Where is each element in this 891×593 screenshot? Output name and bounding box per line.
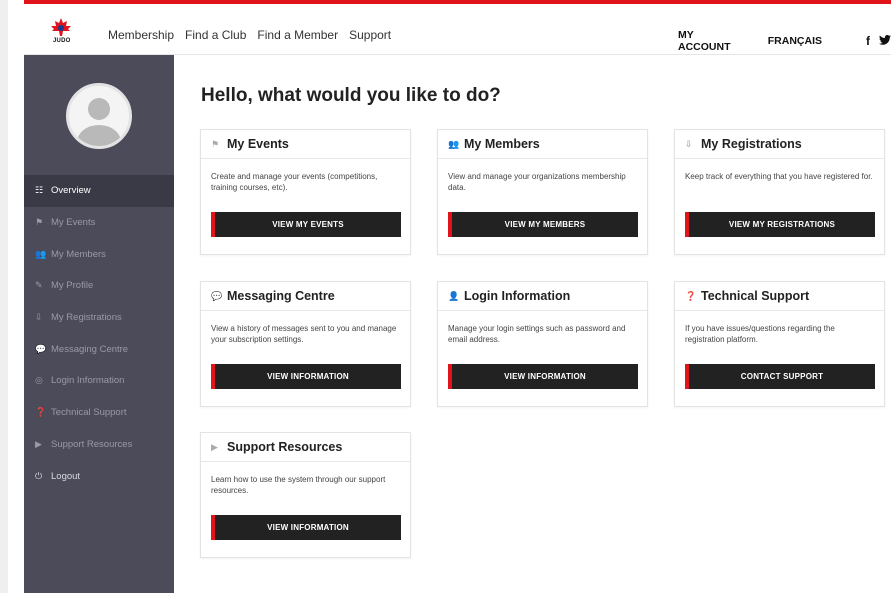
edit-icon: ✎ xyxy=(35,280,43,291)
flag-icon: ⚑ xyxy=(211,138,220,149)
sidebar-item-label: Overview xyxy=(51,185,91,197)
question-icon: ❓ xyxy=(685,290,697,301)
card-messaging-centre: 💬 Messaging Centre View a history of mes… xyxy=(200,281,411,407)
play-icon: ▶ xyxy=(211,441,218,452)
sidebar-item-my-events[interactable]: ⚑ My Events xyxy=(24,207,174,239)
facebook-icon[interactable]: f xyxy=(866,34,870,48)
card-description: Keep track of everything that you have r… xyxy=(685,172,873,181)
card-header: ❓ Technical Support xyxy=(675,282,884,311)
social-links: f xyxy=(866,34,891,48)
download-icon: ⇩ xyxy=(35,312,43,323)
nav-membership[interactable]: Membership xyxy=(108,28,174,42)
logo-text: JUDO xyxy=(53,38,71,44)
nav-support[interactable]: Support xyxy=(349,28,391,42)
maple-leaf-icon xyxy=(51,18,71,36)
twitter-bird-icon xyxy=(879,34,891,45)
card-description: View a history of messages sent to you a… xyxy=(211,324,397,344)
sidebar-item-label: Logout xyxy=(51,470,81,482)
right-nav: MY ACCOUNT FRANÇAIS f xyxy=(678,29,891,53)
view-messages-button[interactable]: VIEW INFORMATION xyxy=(211,364,401,389)
page-title: Hello, what would you like to do? xyxy=(201,85,501,106)
card-description: View and manage your organizations membe… xyxy=(448,172,626,192)
card-my-events: ⚑ My Events Create and manage your event… xyxy=(200,129,411,255)
card-title: Support Resources xyxy=(227,440,343,454)
card-header: 💬 Messaging Centre xyxy=(201,282,410,311)
card-header: ⚑ My Events xyxy=(201,130,410,159)
card-title: Messaging Centre xyxy=(227,289,335,303)
sidebar-item-my-members[interactable]: 👥 My Members xyxy=(24,238,174,270)
my-account-link[interactable]: MY ACCOUNT xyxy=(678,29,741,53)
user-icon: 👤 xyxy=(448,290,460,301)
comments-icon: 💬 xyxy=(35,343,47,354)
card-description: Learn how to use the system through our … xyxy=(211,475,386,495)
sidebar-item-technical-support[interactable]: ❓ Technical Support xyxy=(24,397,174,429)
card-header: 👤 Login Information xyxy=(438,282,647,311)
view-my-members-button[interactable]: VIEW MY MEMBERS xyxy=(448,212,638,237)
sidebar-item-logout[interactable]: ⏻ Logout xyxy=(24,460,174,492)
sidebar-item-my-registrations[interactable]: ⇩ My Registrations xyxy=(24,302,174,334)
card-title: Technical Support xyxy=(701,289,810,303)
nav-find-a-member[interactable]: Find a Member xyxy=(257,28,338,42)
card-title: My Events xyxy=(227,137,289,151)
card-title: Login Information xyxy=(464,289,571,303)
contact-support-button[interactable]: CONTACT SUPPORT xyxy=(685,364,875,389)
main-content: Hello, what would you like to do? xyxy=(201,85,501,107)
download-icon: ⇩ xyxy=(685,138,693,149)
sidebar-item-support-resources[interactable]: ▶ Support Resources xyxy=(24,429,174,461)
card-description: Manage your login settings such as passw… xyxy=(448,324,626,344)
header: JUDO Membership Find a Club Find a Membe… xyxy=(24,0,891,55)
sidebar-item-label: Support Resources xyxy=(51,438,133,450)
card-title: My Members xyxy=(464,137,540,151)
view-login-information-button[interactable]: VIEW INFORMATION xyxy=(448,364,638,389)
card-description: Create and manage your events (competiti… xyxy=(211,172,378,192)
card-header: ⇩ My Registrations xyxy=(675,130,884,159)
view-my-events-button[interactable]: VIEW MY EVENTS xyxy=(211,212,401,237)
sidebar-item-label: My Members xyxy=(51,248,106,260)
list-icon: ☷ xyxy=(35,185,44,196)
page: JUDO Membership Find a Club Find a Membe… xyxy=(0,0,891,593)
card-support-resources: ▶ Support Resources Learn how to use the… xyxy=(200,432,411,558)
card-my-members: 👥 My Members View and manage your organi… xyxy=(437,129,648,255)
user-placeholder-icon xyxy=(77,98,121,146)
card-title: My Registrations xyxy=(701,137,802,151)
avatar[interactable] xyxy=(66,83,132,149)
sidebar-item-label: Messaging Centre xyxy=(51,343,129,355)
users-icon: 👥 xyxy=(35,248,47,259)
flag-icon: ⚑ xyxy=(35,217,44,228)
sidebar-item-label: Login Information xyxy=(51,375,125,387)
card-header: ▶ Support Resources xyxy=(201,433,410,462)
left-gutter xyxy=(0,0,8,593)
main-nav: Membership Find a Club Find a Member Sup… xyxy=(108,28,391,42)
sidebar-item-login-information[interactable]: ◎ Login Information xyxy=(24,365,174,397)
card-technical-support: ❓ Technical Support If you have issues/q… xyxy=(674,281,885,407)
sidebar-item-label: Technical Support xyxy=(51,407,127,419)
play-icon: ▶ xyxy=(35,438,42,449)
power-icon: ⏻ xyxy=(35,470,43,481)
sidebar-item-label: My Events xyxy=(51,217,96,229)
sidebar-item-label: My Registrations xyxy=(51,312,122,324)
card-my-registrations: ⇩ My Registrations Keep track of everyth… xyxy=(674,129,885,255)
comments-icon: 💬 xyxy=(211,290,223,301)
card-header: 👥 My Members xyxy=(438,130,647,159)
sidebar-item-messaging-centre[interactable]: 💬 Messaging Centre xyxy=(24,333,174,365)
card-login-information: 👤 Login Information Manage your login se… xyxy=(437,281,648,407)
twitter-icon[interactable] xyxy=(879,34,891,48)
nav-find-a-club[interactable]: Find a Club xyxy=(185,28,246,42)
judo-canada-logo[interactable]: JUDO xyxy=(50,18,72,46)
sidebar-item-overview[interactable]: ☷ Overview xyxy=(24,175,174,207)
card-description: If you have issues/questions regarding t… xyxy=(685,324,835,344)
view-my-registrations-button[interactable]: VIEW MY REGISTRATIONS xyxy=(685,212,875,237)
language-toggle[interactable]: FRANÇAIS xyxy=(768,35,822,47)
sidebar-item-label: My Profile xyxy=(51,280,94,292)
sidebar-menu: ☷ Overview ⚑ My Events 👥 My Members ✎ My… xyxy=(24,175,174,492)
users-icon: 👥 xyxy=(448,138,460,149)
user-circle-icon: ◎ xyxy=(35,375,43,386)
view-support-resources-button[interactable]: VIEW INFORMATION xyxy=(211,515,401,540)
sidebar: ☷ Overview ⚑ My Events 👥 My Members ✎ My… xyxy=(24,55,174,593)
question-icon: ❓ xyxy=(35,407,47,418)
sidebar-item-my-profile[interactable]: ✎ My Profile xyxy=(24,270,174,302)
